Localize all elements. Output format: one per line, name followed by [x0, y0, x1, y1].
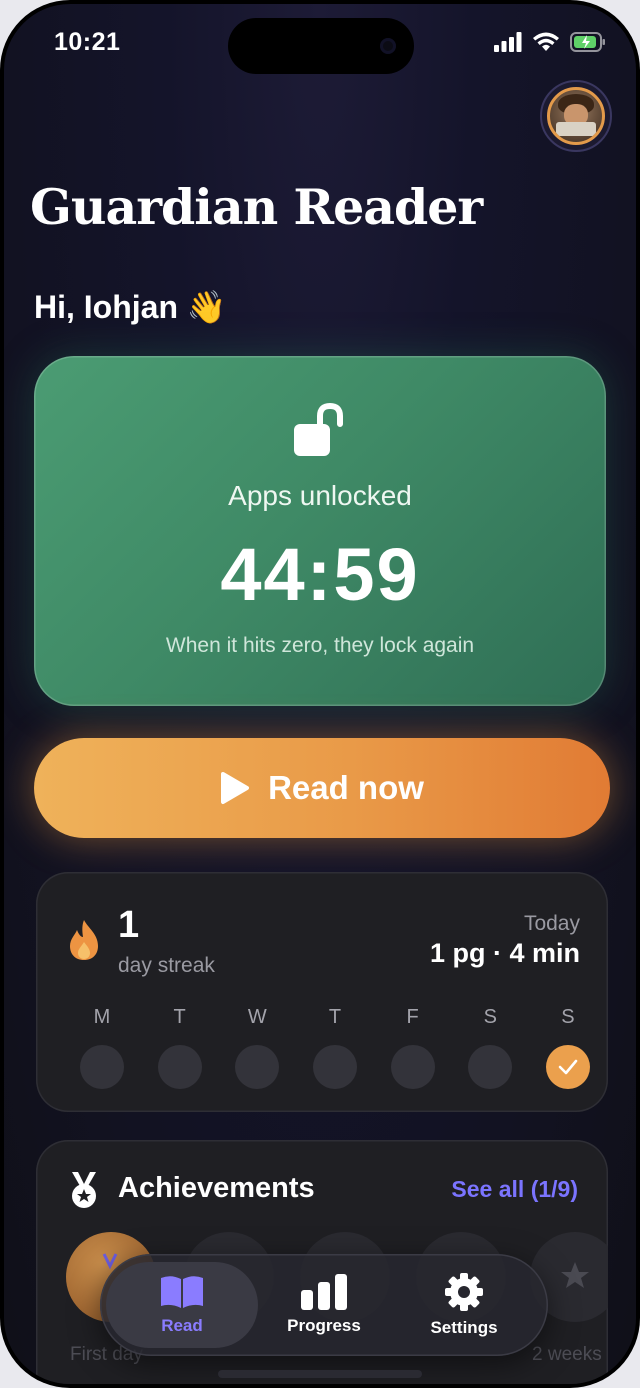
- avatar-photo: [547, 87, 605, 145]
- today-reading-summary: 1 pg · 4 min: [429, 938, 580, 968]
- day-monday: M: [80, 1006, 124, 1089]
- battery-icon: [570, 32, 605, 52]
- day-letter: T: [173, 1006, 186, 1028]
- tab-read[interactable]: Read: [106, 1262, 258, 1348]
- unlock-hint: When it hits zero, they lock again: [165, 634, 475, 657]
- unlocked-padlock-icon: [294, 402, 343, 456]
- streak-card: 1 day streak Today 1 pg · 4 min M T W T …: [36, 872, 608, 1112]
- day-saturday: S: [468, 1006, 513, 1089]
- day-thursday: T: [312, 1006, 357, 1089]
- camera-icon: [380, 38, 396, 54]
- tab-label: Read: [161, 1316, 203, 1335]
- streak-count: 1: [118, 904, 140, 946]
- app-screen: 10:21 Guardian Reader Hi, Iohjan 👋 Apps …: [4, 4, 636, 1384]
- tab-bar: Read Progress Settings: [100, 1254, 548, 1356]
- play-icon: [221, 772, 250, 804]
- read-now-button[interactable]: Read now: [34, 738, 610, 838]
- streak-label: day streak: [118, 954, 215, 977]
- tab-progress[interactable]: Progress: [254, 1254, 394, 1356]
- day-tuesday: T: [157, 1006, 202, 1089]
- day-letter: W: [247, 1006, 267, 1028]
- phone-frame: 10:21 Guardian Reader Hi, Iohjan 👋 Apps …: [0, 0, 640, 1388]
- profile-avatar[interactable]: [540, 80, 612, 152]
- day-letter: S: [561, 1006, 575, 1028]
- day-indicator-done: [545, 1045, 590, 1089]
- status-icons: [494, 32, 606, 52]
- today-label: Today: [523, 912, 580, 935]
- day-wednesday: W: [235, 1006, 280, 1089]
- greeting-text: Hi, Iohjan 👋: [34, 289, 227, 325]
- wifi-icon: [533, 32, 559, 51]
- page-title: Guardian Reader: [30, 178, 483, 236]
- status-time: 10:21: [54, 28, 121, 56]
- unlock-timer: 44:59: [220, 533, 420, 616]
- achievements-title: Achievements: [118, 1172, 315, 1204]
- tab-label: Progress: [287, 1316, 361, 1335]
- day-indicator: [468, 1045, 513, 1089]
- day-indicator: [157, 1045, 202, 1089]
- day-letter: F: [406, 1006, 419, 1028]
- dynamic-island: [228, 18, 414, 74]
- day-letter: S: [483, 1006, 497, 1028]
- flame-icon: [70, 920, 98, 960]
- medal-icon: [72, 1172, 96, 1208]
- signal-icon: [494, 32, 522, 52]
- home-indicator: [218, 1370, 422, 1378]
- unlock-status-card: Apps unlocked 44:59 When it hits zero, t…: [34, 356, 606, 706]
- day-indicator: [312, 1045, 357, 1089]
- gear-icon: [445, 1273, 483, 1311]
- day-letter: M: [93, 1006, 111, 1028]
- bar-chart-icon: [301, 1274, 347, 1310]
- read-now-label: Read now: [268, 769, 424, 806]
- week-days-row: M T W T F S S: [80, 1006, 590, 1089]
- checkmark-icon: [558, 1059, 578, 1075]
- day-sunday: S: [545, 1006, 590, 1089]
- badge-label: 2 weeks: [532, 1344, 602, 1365]
- tab-label: Settings: [430, 1318, 498, 1337]
- unlock-label: Apps unlocked: [228, 480, 412, 511]
- day-friday: F: [390, 1006, 435, 1089]
- see-all-link[interactable]: See all (1/9): [451, 1176, 578, 1203]
- day-indicator: [80, 1045, 124, 1089]
- day-indicator: [235, 1045, 280, 1089]
- day-indicator: [390, 1045, 435, 1089]
- day-letter: T: [328, 1006, 342, 1028]
- book-icon: [161, 1276, 203, 1308]
- tab-settings[interactable]: Settings: [394, 1254, 534, 1356]
